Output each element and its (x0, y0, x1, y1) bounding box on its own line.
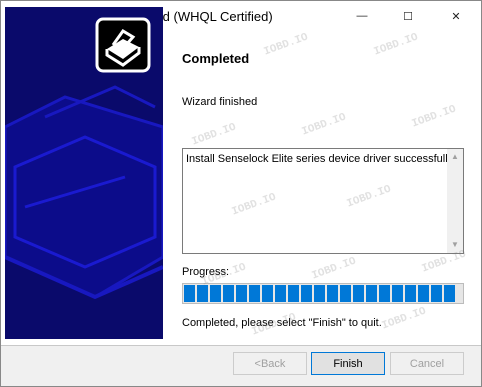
progress-segment (418, 285, 429, 302)
progress-segment (262, 285, 273, 302)
progress-segment (288, 285, 299, 302)
status-text: Completed, please select "Finish" to qui… (182, 317, 382, 329)
close-icon: ✕ (451, 10, 461, 23)
wizard-window: Driver installation wizard (WHQL Certifi… (0, 0, 482, 387)
progress-segment (236, 285, 247, 302)
page-heading: Completed (182, 51, 250, 66)
progress-segment (249, 285, 260, 302)
progress-segment (210, 285, 221, 302)
progress-segment (184, 285, 195, 302)
progress-segment (301, 285, 312, 302)
log-scrollbar[interactable]: ▲ ▼ (447, 149, 463, 253)
install-log-box[interactable]: Install Senselock Elite series device dr… (182, 148, 464, 254)
progress-segment (340, 285, 351, 302)
scroll-down-icon[interactable]: ▼ (447, 237, 463, 253)
progress-segment (223, 285, 234, 302)
progress-segment (327, 285, 338, 302)
minimize-icon: — (356, 10, 368, 22)
progress-segment (405, 285, 416, 302)
progress-fill (184, 285, 457, 302)
scroll-up-icon[interactable]: ▲ (447, 149, 463, 165)
page-subheading: Wizard finished (182, 96, 258, 108)
printer-logo-icon (95, 17, 151, 73)
maximize-icon: ☐ (403, 10, 413, 23)
log-line: Install Senselock Elite series device dr… (186, 153, 456, 165)
progress-segment (353, 285, 364, 302)
button-separator (1, 345, 481, 346)
close-button[interactable]: ✕ (433, 1, 479, 31)
progress-segment (275, 285, 286, 302)
back-button[interactable]: <Back (233, 352, 307, 375)
progress-segment (314, 285, 325, 302)
finish-button[interactable]: Finish (311, 352, 385, 375)
progress-segment (431, 285, 442, 302)
progress-segment (366, 285, 377, 302)
progress-bar (182, 283, 464, 304)
minimize-button[interactable]: — (339, 1, 385, 31)
progress-segment (197, 285, 208, 302)
cancel-button[interactable]: Cancel (390, 352, 464, 375)
progress-segment (379, 285, 390, 302)
side-banner (5, 7, 163, 339)
progress-segment (444, 285, 455, 302)
progress-label: Progress: (182, 266, 230, 278)
progress-segment (392, 285, 403, 302)
maximize-button[interactable]: ☐ (385, 1, 431, 31)
